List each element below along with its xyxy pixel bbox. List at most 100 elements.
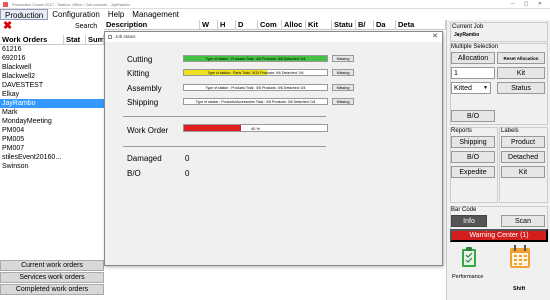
reset-allocation-button[interactable]: Reset Allocation	[497, 52, 545, 64]
list-item[interactable]: stilesEvent20160...	[0, 153, 104, 162]
kit-button[interactable]: Kit	[497, 67, 545, 79]
chevron-down-icon: ▼	[483, 85, 488, 91]
missing-button-shipping[interactable]: Missing	[332, 98, 354, 105]
list-item[interactable]: Blackwell	[0, 63, 104, 72]
expedite-report-button[interactable]: Expedite	[451, 166, 495, 178]
kit-label-button[interactable]: Kit	[501, 166, 545, 178]
col-h[interactable]: H	[218, 20, 236, 29]
list-item[interactable]: PM007	[0, 144, 104, 153]
progress-text-cutting: Type of station : Products Total : 6/6 P…	[205, 57, 306, 61]
list-item[interactable]: JayRambo	[0, 99, 104, 108]
list-item[interactable]: Blackwell2	[0, 72, 104, 81]
col-deta[interactable]: Deta	[396, 20, 446, 29]
work-orders-list: 61216 692016 Blackwell Blackwell2 DAVESTEST E…	[0, 45, 104, 171]
stage-label-shipping: Shipping	[127, 98, 159, 107]
damaged-value: 0	[185, 154, 190, 163]
list-item[interactable]: 692016	[0, 54, 104, 63]
list-item[interactable]: PM004	[0, 126, 104, 135]
col-da[interactable]: Da	[374, 20, 396, 29]
reports-label: Reports	[451, 128, 473, 134]
col-d[interactable]: D	[236, 20, 258, 29]
close-icon[interactable]: ✕	[432, 32, 438, 40]
progress-bar-cutting: Type of station : Products Total : 6/6 P…	[183, 55, 328, 62]
kit-status-select[interactable]: Kitted ▼	[451, 82, 491, 94]
completed-work-orders-button[interactable]: Completed work orders	[0, 284, 104, 295]
product-label-button[interactable]: Product	[501, 136, 545, 148]
col-alloc[interactable]: Alloc	[282, 20, 306, 29]
progress-text-kitting: Type of station : Parts Total : 8/10 Pro…	[207, 71, 304, 75]
menu-management[interactable]: Management	[128, 9, 183, 20]
col-bo[interactable]: B/	[356, 20, 374, 29]
list-item[interactable]: Swinson	[0, 162, 104, 171]
shipping-report-button[interactable]: Shipping	[451, 136, 495, 148]
stage-label-assembly: Assembly	[127, 84, 162, 93]
bo-label: B/O	[127, 169, 141, 178]
window-titlebar: Production Coach 2017 - Station: Office …	[0, 0, 550, 9]
order-filter-buttons: Current work orders Services work orders…	[0, 260, 104, 296]
clear-search-icon[interactable]: ✖	[3, 21, 12, 32]
col-work-orders[interactable]: Work Orders	[0, 35, 64, 44]
divider	[123, 116, 326, 117]
missing-button-cutting[interactable]: Missing	[332, 55, 354, 62]
calendar-icon[interactable]	[509, 245, 531, 269]
progress-bar-shipping: Type of station : Products/Accessories T…	[183, 98, 328, 105]
scan-button[interactable]: Scan	[501, 215, 545, 227]
work-order-label: Work Order	[127, 126, 169, 135]
labels-label: Labels	[501, 128, 519, 134]
app-icon	[3, 2, 8, 7]
bo-report-button[interactable]: B/O	[451, 151, 495, 163]
stage-label-kitting: Kitting	[127, 69, 150, 78]
missing-button-assembly[interactable]: Missing	[332, 84, 354, 91]
detached-label-button[interactable]: Detached	[501, 151, 545, 163]
list-item[interactable]: 61216	[0, 45, 104, 54]
current-job-label: Current Job	[452, 24, 484, 30]
work-order-progress-bar: 40 %	[183, 124, 328, 132]
col-description[interactable]: Description	[104, 20, 200, 29]
allocation-button[interactable]: Allocation	[451, 52, 495, 64]
status-button[interactable]: Status	[497, 82, 545, 94]
progress-bar-kitting: Type of station : Parts Total : 8/10 Pro…	[183, 69, 328, 76]
col-com[interactable]: Com	[258, 20, 282, 29]
quantity-input[interactable]: 1	[451, 67, 495, 79]
damaged-label: Damaged	[127, 154, 162, 163]
current-work-orders-button[interactable]: Current work orders	[0, 260, 104, 271]
divider	[123, 146, 326, 147]
missing-button-kitting[interactable]: Missing	[332, 69, 354, 76]
job-status-dialog: Job status ✕ Cutting Type of station : P…	[104, 31, 443, 266]
performance-label: Performance	[452, 274, 484, 280]
warning-center-button[interactable]: Warning Center (1)	[450, 229, 548, 242]
dialog-icon	[108, 35, 112, 39]
multiple-selection-label: Multiple Selection	[451, 44, 499, 50]
kit-status-value: Kitted	[454, 85, 472, 92]
clipboard-icon[interactable]	[460, 246, 478, 268]
list-item[interactable]: PM005	[0, 135, 104, 144]
menu-bar: Production Configuration Help Management	[0, 9, 550, 20]
progress-text-shipping: Type of station : Products/Accessories T…	[195, 100, 316, 104]
menu-help[interactable]: Help	[104, 9, 128, 20]
work-orders-header: Work Orders Stat Sum	[0, 35, 104, 45]
search-label: Search	[75, 23, 98, 30]
current-job-value: JayRambo	[454, 32, 480, 38]
col-w[interactable]: W	[200, 20, 218, 29]
menu-configuration[interactable]: Configuration	[48, 9, 104, 20]
progress-text-assembly: Type of station : Products Total : 0/6 P…	[205, 86, 306, 90]
actions-pane: Current Job JayRambo Multiple Selection …	[446, 20, 550, 300]
col-status[interactable]: Statu	[332, 20, 356, 29]
job-grid-header: Description W H D Com Alloc Kit Statu B/…	[104, 20, 446, 30]
list-item[interactable]: MondayMeeting	[0, 117, 104, 126]
list-item[interactable]: Elkay	[0, 90, 104, 99]
window-controls[interactable]: ─ ▢ ✕	[511, 1, 546, 7]
col-stat[interactable]: Stat	[64, 35, 86, 44]
barcode-label: Bar Code	[451, 207, 477, 213]
bo-button[interactable]: B/O	[451, 110, 495, 122]
menu-production[interactable]: Production	[0, 9, 49, 20]
dialog-titlebar: Job status ✕	[105, 32, 442, 42]
services-work-orders-button[interactable]: Services work orders	[0, 272, 104, 283]
bo-value: 0	[185, 169, 190, 178]
info-button[interactable]: Info	[451, 215, 487, 227]
col-sum[interactable]: Sum	[86, 35, 104, 44]
list-item[interactable]: DAVESTEST	[0, 81, 104, 90]
list-item[interactable]: Mark	[0, 108, 104, 117]
col-kit[interactable]: Kit	[306, 20, 332, 29]
dialog-title: Job status	[115, 34, 136, 39]
